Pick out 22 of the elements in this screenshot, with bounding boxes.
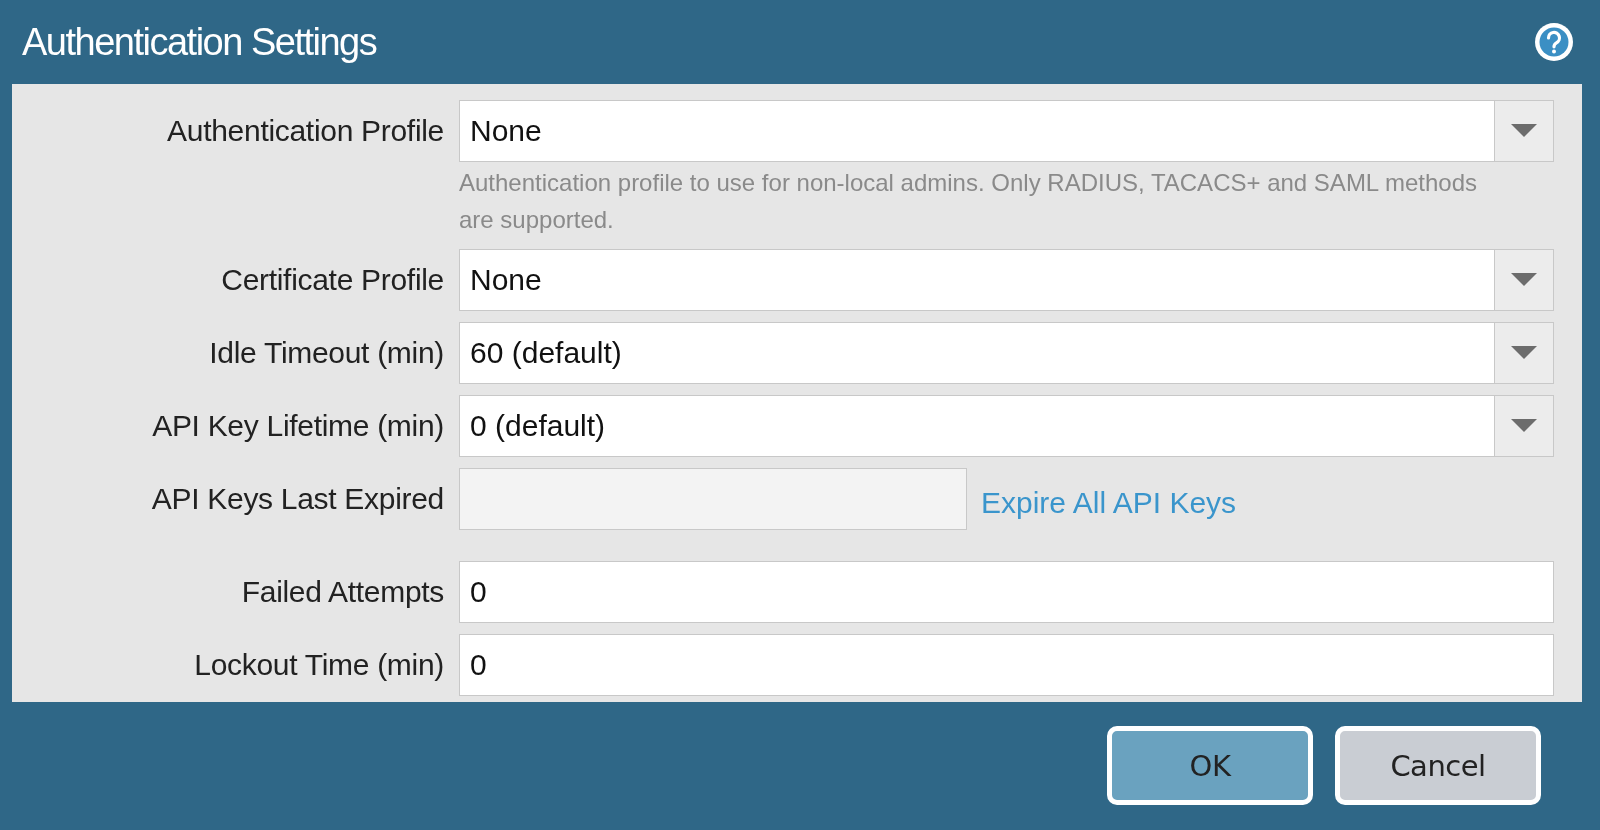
caret-icon [1511,124,1537,138]
dropdown-field[interactable]: 60 (default) [459,322,1554,384]
field-label: Authentication Profile [167,113,444,149]
field-label: Lockout Time (min) [194,647,444,683]
caret-icon [1511,346,1537,360]
input-field[interactable]: 0 [459,634,1554,696]
dropdown-field[interactable]: None [459,249,1554,311]
ok-button[interactable]: OK [1107,726,1313,805]
help-icon[interactable] [1532,20,1576,64]
field-label: API Keys Last Expired [151,481,444,517]
caret-icon [1511,273,1537,287]
help-text: Authentication profile to use for non-local admins. Only RADIUS, TACACS+ and SAML methods are supported. [459,168,1479,235]
field-label: Certificate Profile [221,262,444,298]
window-title: Authentication Settings [22,20,377,64]
caret-icon [1511,419,1537,433]
dropdown-field[interactable]: None [459,100,1554,162]
input-field[interactable]: 0 [459,561,1554,623]
field-label: API Key Lifetime (min) [152,408,444,444]
dropdown-field[interactable]: 0 (default) [459,395,1554,457]
cancel-button[interactable]: Cancel [1335,726,1541,805]
field-label: Failed Attempts [241,574,444,610]
field-label: Idle Timeout (min) [209,335,444,371]
